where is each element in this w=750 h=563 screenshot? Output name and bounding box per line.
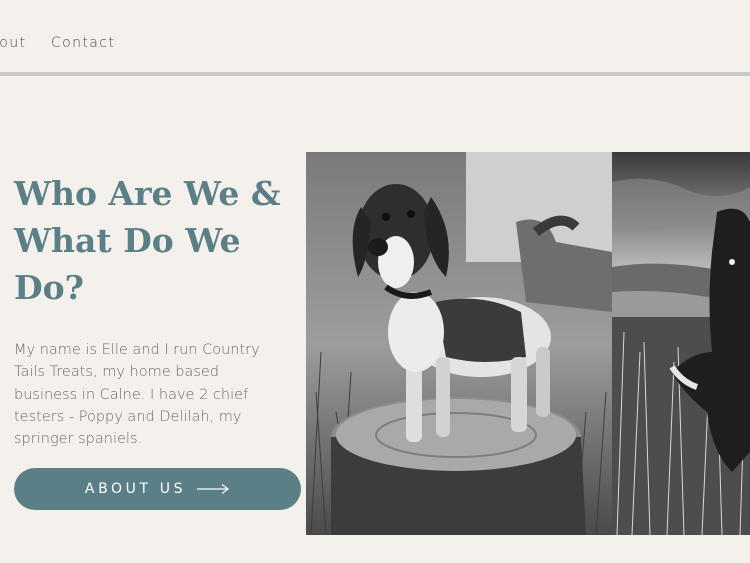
section-heading: Who Are We & What Do We Do? xyxy=(14,174,281,307)
photo-spaniel-on-hillside xyxy=(612,152,750,535)
nav-link-contact[interactable]: Contact xyxy=(51,35,115,51)
long-right-arrow-icon xyxy=(196,480,230,499)
photo-spaniel-on-stump xyxy=(306,152,612,535)
top-nav: About Contact xyxy=(0,0,750,72)
about-us-button[interactable]: ABOUT US xyxy=(14,468,301,510)
nav-divider xyxy=(0,72,750,76)
about-us-button-label: ABOUT US xyxy=(84,481,187,497)
nav-link-about[interactable]: About xyxy=(0,35,26,51)
intro-paragraph: My name is Elle and I run Country Tails … xyxy=(14,342,260,448)
